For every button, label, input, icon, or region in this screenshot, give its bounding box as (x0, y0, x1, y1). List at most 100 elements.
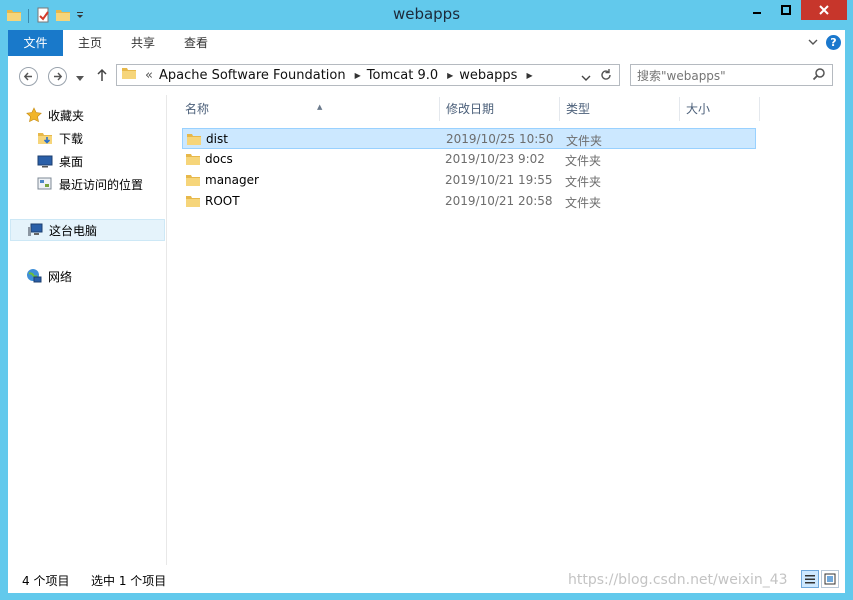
ribbon-controls: ? (808, 35, 841, 50)
file-name: ROOT (205, 194, 240, 208)
file-name: manager (205, 173, 259, 187)
large-icons-view-button[interactable] (821, 570, 839, 588)
arrow-right-icon (54, 72, 63, 81)
watermark-text: https://blog.csdn.net/weixin_43 (568, 572, 788, 588)
breadcrumb-label: Tomcat 9.0 (366, 67, 439, 83)
close-button[interactable] (801, 0, 847, 20)
tab-file[interactable]: 文件 (8, 30, 63, 56)
column-header-size[interactable]: 大小 (680, 97, 760, 121)
minimize-button[interactable] (743, 0, 770, 20)
table-row[interactable]: docs 2019/10/23 9:02 文件夹 (182, 149, 756, 170)
breadcrumb-overflow[interactable]: « (145, 68, 153, 83)
selection-count: 选中 1 个项目 (91, 574, 167, 588)
chevron-right-icon[interactable]: ▶ (355, 71, 361, 80)
file-modified: 2019/10/21 20:58 (445, 194, 553, 208)
window-controls (741, 0, 847, 20)
downloads-folder-icon (37, 130, 53, 146)
table-row[interactable]: dist 2019/10/25 10:50 文件夹 (182, 128, 756, 149)
content-area: 收藏夹 下载 桌面 最近访问的位置 这台电脑 网络 名称 ▲ 修改日期 类型 大… (8, 95, 845, 565)
column-header-label: 类型 (566, 102, 591, 116)
breadcrumb-item[interactable]: Apache Software Foundation ▶ (159, 68, 361, 83)
desktop-icon (37, 153, 53, 169)
status-bar: 4 个项目 选中 1 个项目 https://blog.csdn.net/wei… (8, 565, 845, 593)
arrow-left-icon (23, 72, 32, 81)
ribbon-bar: 文件 主页 共享 查看 ? (8, 30, 845, 58)
address-bar[interactable]: « Apache Software Foundation ▶ Tomcat 9.… (116, 64, 620, 86)
sidebar-item-desktop[interactable]: 桌面 (37, 151, 83, 171)
window-title: webapps (392, 5, 461, 23)
tab-home[interactable]: 主页 (72, 30, 108, 56)
sidebar-item-label: 这台电脑 (49, 223, 98, 238)
sidebar-item-this-pc[interactable]: 这台电脑 (10, 219, 165, 241)
forward-button[interactable] (48, 67, 67, 86)
file-name: docs (205, 152, 233, 166)
folder-icon (185, 151, 201, 170)
computer-icon (27, 222, 43, 238)
file-type: 文件夹 (565, 154, 602, 168)
breadcrumb-item[interactable]: webapps ▶ (459, 68, 532, 83)
file-modified: 2019/10/23 9:02 (445, 152, 545, 166)
up-arrow-icon[interactable] (96, 68, 108, 85)
column-header-name[interactable]: 名称 ▲ (179, 97, 440, 121)
back-button[interactable] (19, 67, 38, 86)
recent-places-icon (37, 176, 53, 192)
sidebar-item-favorites[interactable]: 收藏夹 (26, 105, 84, 125)
star-icon (26, 107, 42, 123)
column-header-label: 名称 (185, 102, 210, 116)
column-header-label: 修改日期 (446, 102, 495, 116)
folder-icon (121, 65, 137, 85)
sidebar-item-downloads[interactable]: 下载 (37, 128, 83, 148)
chevron-right-icon[interactable]: ▶ (526, 71, 532, 80)
maximize-button[interactable] (772, 0, 799, 20)
folder-icon (185, 172, 201, 191)
details-view-icon (805, 575, 815, 584)
minimize-icon (752, 12, 761, 14)
file-list: 名称 ▲ 修改日期 类型 大小 dist 2019/10/25 10:50 文件… (168, 95, 845, 565)
search-icon[interactable] (812, 67, 826, 84)
breadcrumb-item[interactable]: Tomcat 9.0 ▶ (367, 68, 454, 83)
sort-up-icon: ▲ (317, 103, 323, 111)
file-type: 文件夹 (566, 134, 603, 148)
tab-share[interactable]: 共享 (125, 30, 161, 56)
refresh-icon[interactable] (599, 68, 613, 86)
file-modified: 2019/10/25 10:50 (446, 132, 554, 146)
sidebar-item-label: 网络 (48, 269, 73, 284)
column-header-type[interactable]: 类型 (560, 97, 680, 121)
navigation-pane: 收藏夹 下载 桌面 最近访问的位置 这台电脑 网络 (8, 95, 167, 565)
item-count: 4 个项目 (22, 574, 70, 588)
sidebar-item-network[interactable]: 网络 (26, 266, 72, 286)
column-header-label: 大小 (686, 102, 711, 116)
view-toggle (801, 570, 839, 588)
large-icons-view-icon (824, 573, 836, 585)
chevron-down-icon[interactable] (581, 71, 591, 86)
details-view-button[interactable] (801, 570, 819, 588)
search-box (630, 64, 833, 86)
maximize-icon (780, 5, 791, 15)
folder-icon (185, 193, 201, 212)
table-row[interactable]: ROOT 2019/10/21 20:58 文件夹 (182, 191, 756, 212)
chevron-right-icon[interactable]: ▶ (447, 71, 453, 80)
title-bar[interactable]: webapps (0, 0, 853, 30)
sidebar-item-recent[interactable]: 最近访问的位置 (37, 174, 143, 194)
table-row[interactable]: manager 2019/10/21 19:55 文件夹 (182, 170, 756, 191)
search-input[interactable] (635, 67, 809, 85)
explorer-window: webapps 文件 主页 共享 查看 ? « Apache Software … (0, 0, 853, 600)
breadcrumb-label: webapps (459, 67, 518, 83)
network-icon (26, 268, 42, 284)
navigation-bar: « Apache Software Foundation ▶ Tomcat 9.… (8, 57, 845, 95)
breadcrumb-label: Apache Software Foundation (158, 67, 346, 83)
column-header-modified[interactable]: 修改日期 (440, 97, 560, 121)
sidebar-item-label: 最近访问的位置 (59, 177, 144, 192)
sidebar-item-label: 收藏夹 (48, 108, 85, 123)
help-icon[interactable]: ? (826, 35, 841, 50)
sidebar-item-label: 桌面 (59, 154, 84, 169)
file-type: 文件夹 (565, 196, 602, 210)
file-type: 文件夹 (565, 175, 602, 189)
expand-ribbon-icon[interactable] (808, 36, 818, 50)
sidebar-item-label: 下载 (59, 131, 84, 146)
recent-locations-icon[interactable] (76, 71, 84, 85)
folder-icon (186, 131, 202, 150)
close-icon (819, 5, 829, 15)
file-name: dist (206, 132, 228, 146)
tab-view[interactable]: 查看 (178, 30, 214, 56)
